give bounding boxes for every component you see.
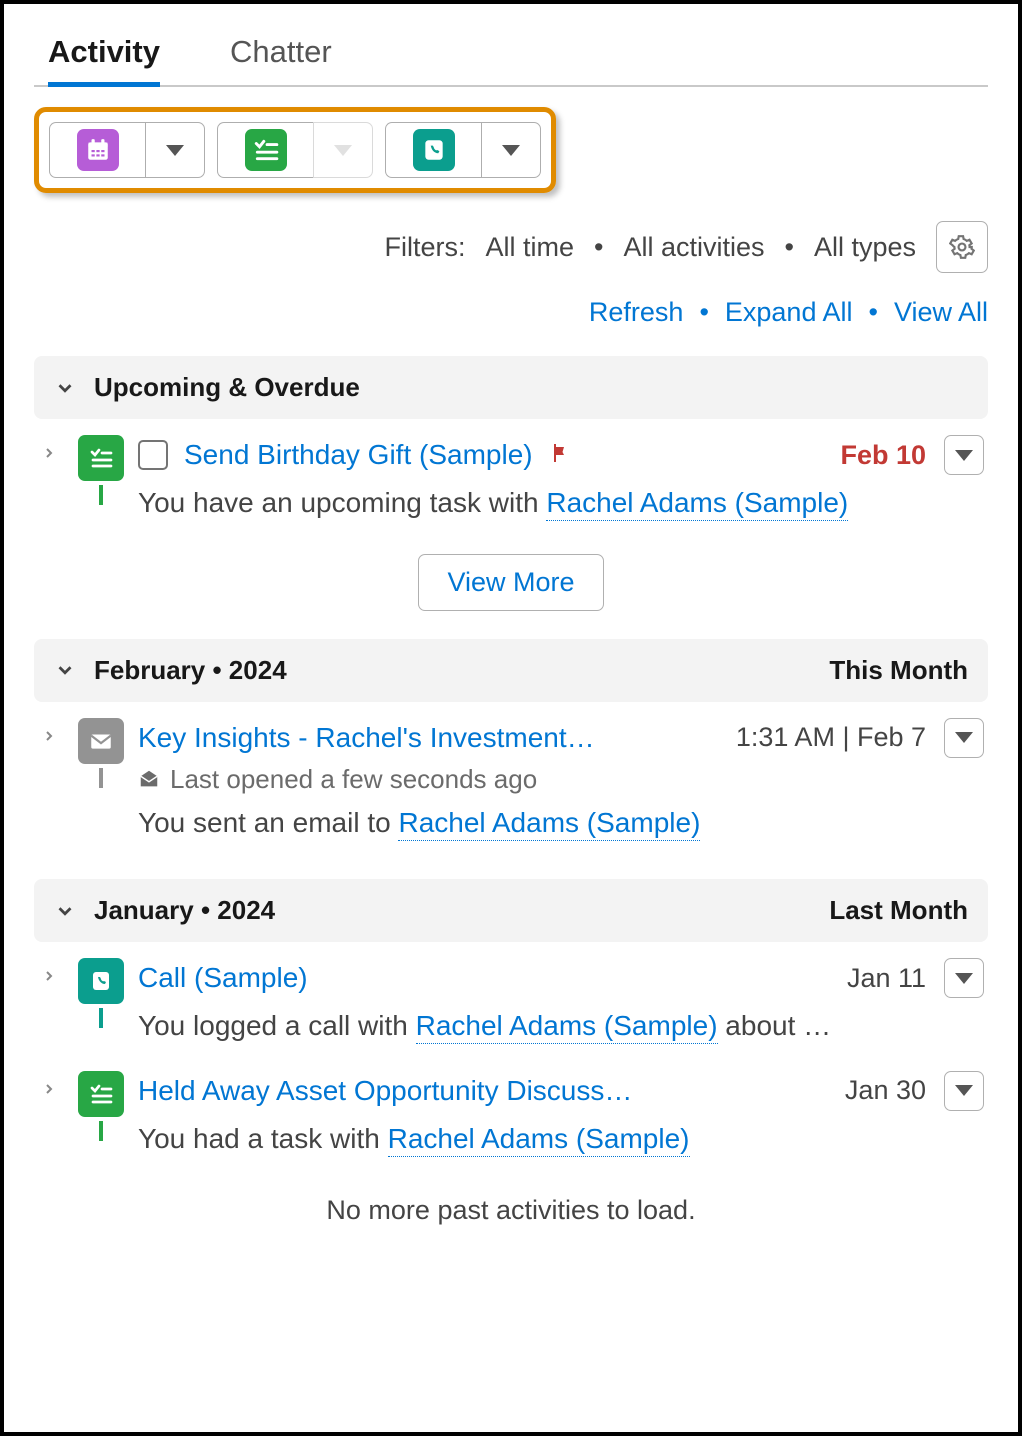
email-icon (78, 718, 124, 764)
view-all-link[interactable]: View All (894, 297, 988, 328)
activity-title-link[interactable]: Held Away Asset Opportunity Discuss… (138, 1075, 632, 1107)
filter-activities[interactable]: All activities (623, 232, 764, 263)
log-call-button[interactable] (385, 122, 481, 178)
activity-title-link[interactable]: Send Birthday Gift (Sample) (184, 439, 533, 471)
chevron-right-icon (41, 1081, 57, 1097)
view-more-button[interactable]: View More (418, 554, 603, 611)
chevron-right-icon (41, 968, 57, 984)
section-sublabel: This Month (829, 655, 968, 686)
tab-chatter[interactable]: Chatter (230, 26, 332, 87)
chevron-down-icon (54, 900, 76, 922)
new-event-button[interactable] (49, 122, 145, 178)
timeline-links: Refresh • Expand All • View All (34, 297, 988, 328)
timeline-settings-button[interactable] (936, 221, 988, 273)
section-upcoming[interactable]: Upcoming & Overdue (34, 356, 988, 419)
calendar-icon (77, 129, 119, 171)
tabs-bar: Activity Chatter (34, 26, 988, 87)
task-icon (245, 129, 287, 171)
phone-icon (413, 129, 455, 171)
activity-item: Send Birthday Gift (Sample) Feb 10 You h… (34, 419, 988, 532)
activity-item: Call (Sample) Jan 11 You logged a call w… (34, 942, 988, 1055)
caret-down-icon (955, 1085, 973, 1096)
email-opened-meta: Last opened a few seconds ago (138, 764, 988, 795)
caret-down-icon (502, 145, 520, 156)
section-title: February • 2024 (94, 655, 287, 686)
filter-types[interactable]: All types (814, 232, 916, 263)
new-task-button[interactable] (217, 122, 313, 178)
section-title: January • 2024 (94, 895, 275, 926)
expand-item[interactable] (34, 435, 64, 461)
chevron-right-icon (41, 728, 57, 744)
filter-time[interactable]: All time (485, 232, 574, 263)
no-more-activities: No more past activities to load. (34, 1195, 988, 1226)
task-icon (78, 1071, 124, 1117)
expand-item[interactable] (34, 718, 64, 744)
row-menu-button[interactable] (944, 718, 984, 758)
timestamp: 1:31 AM | Feb 7 (736, 722, 926, 753)
filters-label: Filters: (384, 232, 465, 263)
opened-icon (138, 768, 160, 790)
activity-title-link[interactable]: Key Insights - Rachel's Investments (… (138, 722, 608, 754)
gear-icon (949, 234, 975, 260)
contact-link[interactable]: Rachel Adams (Sample) (416, 1010, 718, 1044)
section-january[interactable]: January • 2024 Last Month (34, 879, 988, 942)
section-sublabel: Last Month (829, 895, 968, 926)
expand-all-link[interactable]: Expand All (725, 297, 853, 328)
section-title: Upcoming & Overdue (94, 372, 360, 403)
row-menu-button[interactable] (944, 958, 984, 998)
timestamp: Jan 11 (847, 963, 926, 994)
timestamp: Jan 30 (845, 1075, 926, 1106)
activity-description: You have an upcoming task with Rachel Ad… (138, 483, 988, 524)
row-menu-button[interactable] (944, 435, 984, 475)
activity-description: You had a task with Rachel Adams (Sample… (138, 1119, 988, 1160)
flag-icon (549, 441, 573, 470)
complete-task-checkbox[interactable] (138, 440, 168, 470)
contact-link[interactable]: Rachel Adams (Sample) (388, 1123, 690, 1157)
caret-down-icon (955, 732, 973, 743)
row-menu-button[interactable] (944, 1071, 984, 1111)
caret-down-icon (955, 450, 973, 461)
new-task-dropdown (313, 122, 373, 178)
activity-item: Key Insights - Rachel's Investments (… 1… (34, 702, 988, 852)
caret-down-icon (334, 145, 352, 156)
activity-title-link[interactable]: Call (Sample) (138, 962, 308, 994)
tab-activity[interactable]: Activity (48, 26, 160, 87)
expand-item[interactable] (34, 1071, 64, 1097)
caret-down-icon (955, 973, 973, 984)
log-call-dropdown[interactable] (481, 122, 541, 178)
chevron-down-icon (54, 377, 76, 399)
quick-action-group (34, 107, 556, 193)
filters-row: Filters: All time • All activities • All… (34, 221, 988, 273)
chevron-right-icon (41, 445, 57, 461)
phone-icon (78, 958, 124, 1004)
chevron-down-icon (54, 659, 76, 681)
new-event-dropdown[interactable] (145, 122, 205, 178)
refresh-link[interactable]: Refresh (589, 297, 684, 328)
task-icon (78, 435, 124, 481)
activity-description: You sent an email to Rachel Adams (Sampl… (138, 803, 988, 844)
expand-item[interactable] (34, 958, 64, 984)
contact-link[interactable]: Rachel Adams (Sample) (546, 487, 848, 521)
activity-description: You logged a call with Rachel Adams (Sam… (138, 1006, 988, 1047)
contact-link[interactable]: Rachel Adams (Sample) (398, 807, 700, 841)
section-february[interactable]: February • 2024 This Month (34, 639, 988, 702)
activity-item: Held Away Asset Opportunity Discuss… Jan… (34, 1055, 988, 1168)
caret-down-icon (166, 145, 184, 156)
due-date: Feb 10 (840, 440, 926, 471)
